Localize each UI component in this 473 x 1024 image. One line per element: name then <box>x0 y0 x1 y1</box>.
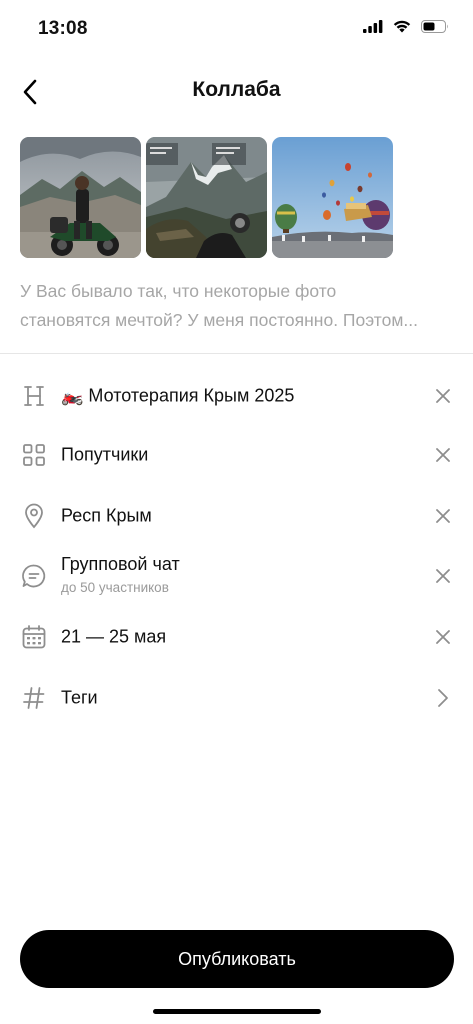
close-icon[interactable] <box>431 564 455 588</box>
location-pin-icon <box>20 502 48 530</box>
heading-icon <box>20 382 48 410</box>
row-category-label: Попутчики <box>61 444 149 465</box>
row-chat-label: Групповой чат <box>61 554 180 574</box>
row-tags-label: Теги <box>61 687 98 708</box>
home-indicator <box>153 1009 321 1014</box>
close-icon[interactable] <box>431 443 455 467</box>
photo-strip <box>20 137 393 258</box>
wifi-icon <box>393 20 411 33</box>
photo-biker-mountains[interactable] <box>20 137 141 258</box>
row-location-label: Респ Крым <box>61 505 152 526</box>
status-time: 13:08 <box>38 18 88 39</box>
photo-hot-air-balloons[interactable] <box>272 137 393 258</box>
row-tags[interactable]: Теги <box>0 672 473 724</box>
nav-bar: Коллаба <box>0 66 473 118</box>
chevron-right-icon[interactable] <box>431 686 455 710</box>
divider <box>0 353 473 354</box>
close-icon[interactable] <box>431 625 455 649</box>
row-category[interactable]: Попутчики <box>0 429 473 481</box>
calendar-icon <box>20 623 48 651</box>
row-dates[interactable]: 21 — 25 мая <box>0 611 473 663</box>
hashtag-icon <box>20 684 48 712</box>
status-bar: 13:08 <box>0 0 473 60</box>
page-title: Коллаба <box>192 78 281 101</box>
row-title[interactable]: 🏍️ Мототерапия Крым 2025 <box>0 370 473 422</box>
cellular-signal-icon <box>363 20 383 33</box>
row-title-label: 🏍️ Мототерапия Крым 2025 <box>61 385 295 406</box>
description-text[interactable]: У Вас бывало так, что некоторые фото ста… <box>20 277 456 335</box>
grid-icon <box>20 441 48 469</box>
status-icons <box>363 20 449 33</box>
row-chat[interactable]: Групповой чат до 50 участников <box>0 550 473 602</box>
photo-motorcycle-mountain-view[interactable] <box>146 137 267 258</box>
row-dates-label: 21 — 25 мая <box>61 626 167 647</box>
description-line-2: становятся мечтой? У меня постоянно. Поэ… <box>20 310 418 330</box>
description-line-1: У Вас бывало так, что некоторые фото <box>20 281 337 301</box>
row-chat-sublabel: до 50 участников <box>61 580 169 595</box>
battery-icon <box>421 20 448 33</box>
publish-button[interactable]: Опубликовать <box>20 930 454 988</box>
close-icon[interactable] <box>431 384 455 408</box>
close-icon[interactable] <box>431 504 455 528</box>
row-location[interactable]: Респ Крым <box>0 490 473 542</box>
chat-bubble-icon <box>20 562 48 590</box>
